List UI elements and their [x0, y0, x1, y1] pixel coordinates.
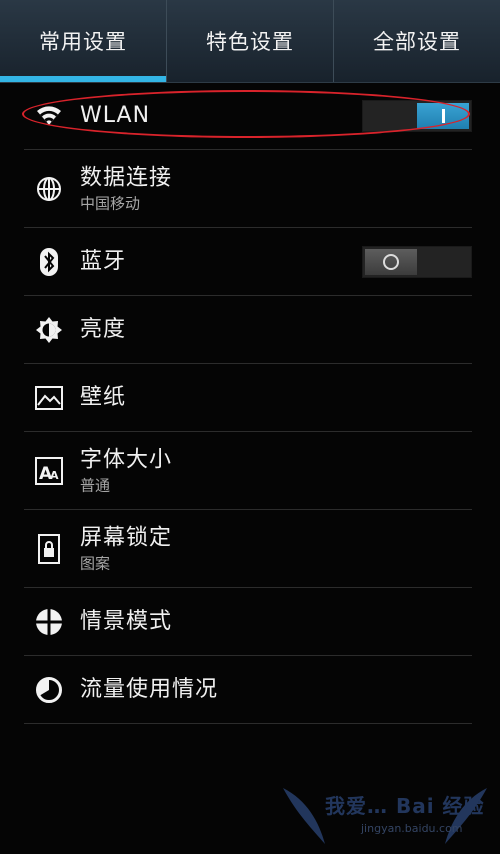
tab-label: 全部设置: [373, 30, 461, 54]
data-usage-icon: [34, 675, 64, 705]
setting-label: 情景模式: [80, 608, 173, 634]
baidu-watermark: 我爱… Bai 经验 jingyan.baidu.com: [277, 778, 492, 848]
bluetooth-toggle[interactable]: [362, 245, 472, 278]
setting-label: 蓝牙: [80, 248, 127, 274]
lock-icon: [34, 533, 64, 564]
bluetooth-icon: [34, 247, 64, 277]
watermark-url: jingyan.baidu.com: [361, 822, 463, 835]
setting-label: 壁纸: [80, 384, 127, 410]
tab-all-settings[interactable]: 全部设置: [333, 0, 500, 82]
profile-icon: [34, 607, 64, 637]
tab-featured-settings[interactable]: 特色设置: [166, 0, 333, 82]
toggle-thumb: [365, 248, 417, 275]
setting-label: 亮度: [80, 316, 127, 342]
wlan-toggle[interactable]: [362, 99, 472, 132]
tab-common-settings[interactable]: 常用设置: [0, 0, 166, 82]
tab-bar: 常用设置 特色设置 全部设置: [0, 0, 500, 83]
setting-data-connection[interactable]: 数据连接 中国移动: [24, 150, 472, 228]
setting-label: 数据连接: [80, 165, 173, 190]
setting-label: WLAN: [80, 102, 151, 128]
setting-sublabel: 中国移动: [80, 194, 141, 212]
setting-sublabel: 普通: [80, 476, 111, 494]
setting-label: 字体大小: [80, 447, 173, 472]
watermark-text: 我爱… Bai 经验: [325, 794, 485, 818]
setting-font-size[interactable]: A A 字体大小 普通: [24, 432, 472, 510]
tab-label: 常用设置: [39, 30, 127, 54]
setting-screen-lock[interactable]: 屏幕锁定 图案: [24, 510, 472, 588]
setting-data-usage[interactable]: 流量使用情况: [24, 656, 472, 724]
setting-wlan[interactable]: WLAN: [24, 82, 472, 150]
wifi-icon: [34, 101, 64, 131]
wallpaper-icon: [34, 383, 64, 413]
settings-screen: 常用设置 特色设置 全部设置 WLAN 数据连接 中国移动 蓝牙 亮度 壁纸 A…: [0, 0, 500, 854]
svg-text:A: A: [50, 469, 59, 482]
globe-icon: [34, 174, 64, 204]
tab-label: 特色设置: [206, 30, 294, 54]
font-size-icon: A A: [34, 456, 64, 486]
setting-brightness[interactable]: 亮度: [24, 296, 472, 364]
setting-profile[interactable]: 情景模式: [24, 588, 472, 656]
setting-wallpaper[interactable]: 壁纸: [24, 364, 472, 432]
setting-sublabel: 图案: [80, 554, 111, 572]
toggle-thumb: [417, 102, 469, 129]
setting-bluetooth[interactable]: 蓝牙: [24, 228, 472, 296]
setting-label: 屏幕锁定: [80, 525, 173, 550]
setting-label: 流量使用情况: [80, 676, 219, 702]
settings-list: WLAN 数据连接 中国移动 蓝牙 亮度 壁纸 A A 字体大小 普通 屏幕锁定…: [0, 82, 500, 724]
brightness-icon: [34, 315, 64, 345]
